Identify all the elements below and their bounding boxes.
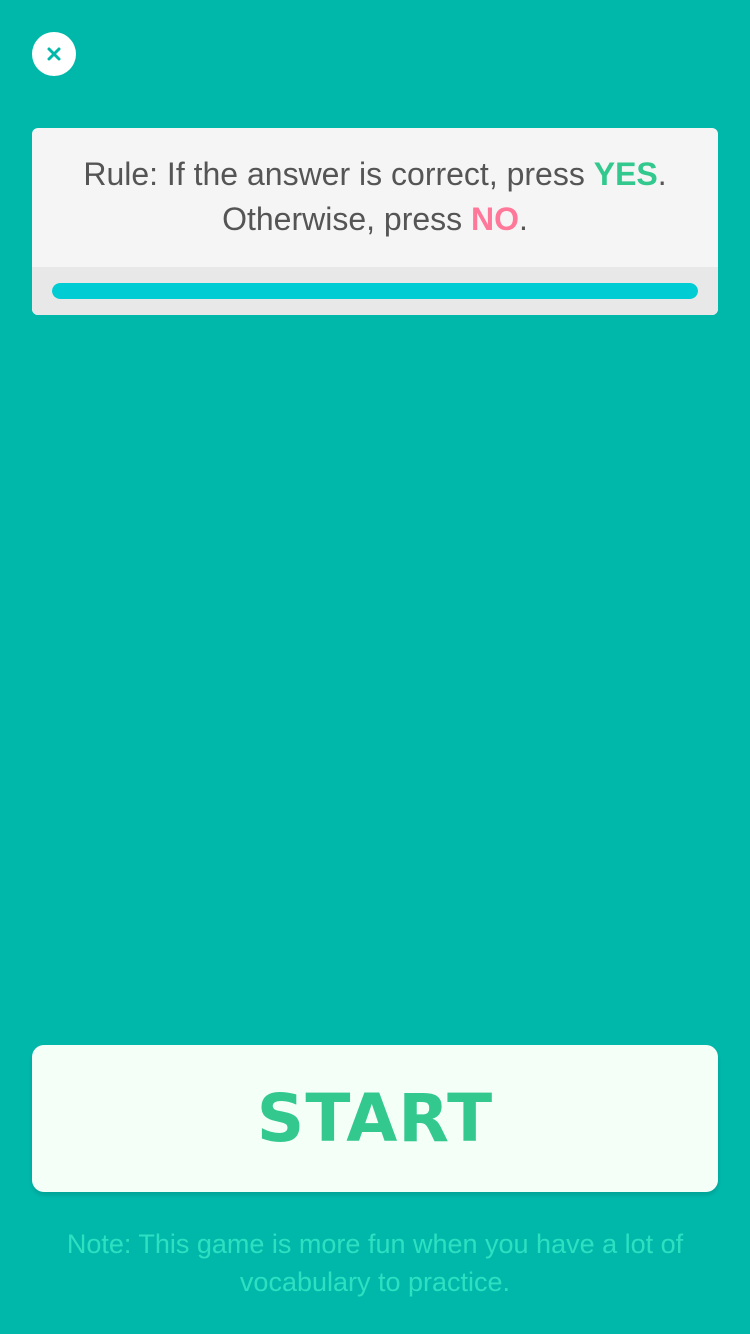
progress-area	[32, 267, 718, 315]
vocabulary-note: Note: This game is more fun when you hav…	[66, 1229, 684, 1297]
timer-progress-fill	[52, 283, 698, 299]
start-button-label: START	[256, 1080, 494, 1157]
start-button[interactable]: START	[32, 1045, 718, 1192]
rule-line-2-prefix: Otherwise, press	[222, 201, 472, 237]
no-keyword: NO	[471, 201, 520, 237]
rule-line-1: Rule: If the answer is correct, press YE…	[32, 152, 718, 197]
yes-keyword: YES	[593, 156, 658, 192]
close-button[interactable]	[32, 32, 76, 76]
rule-line-2-suffix: .	[519, 201, 528, 237]
close-icon	[47, 47, 61, 61]
timer-progress-bar	[52, 283, 698, 299]
rule-line-1-prefix: Rule: If the answer is correct, press	[83, 156, 594, 192]
rule-text: Rule: If the answer is correct, press YE…	[32, 152, 718, 242]
rule-card: Rule: If the answer is correct, press YE…	[32, 128, 718, 315]
rule-line-2: Otherwise, press NO.	[32, 197, 718, 242]
rule-line-1-suffix: .	[657, 156, 667, 192]
